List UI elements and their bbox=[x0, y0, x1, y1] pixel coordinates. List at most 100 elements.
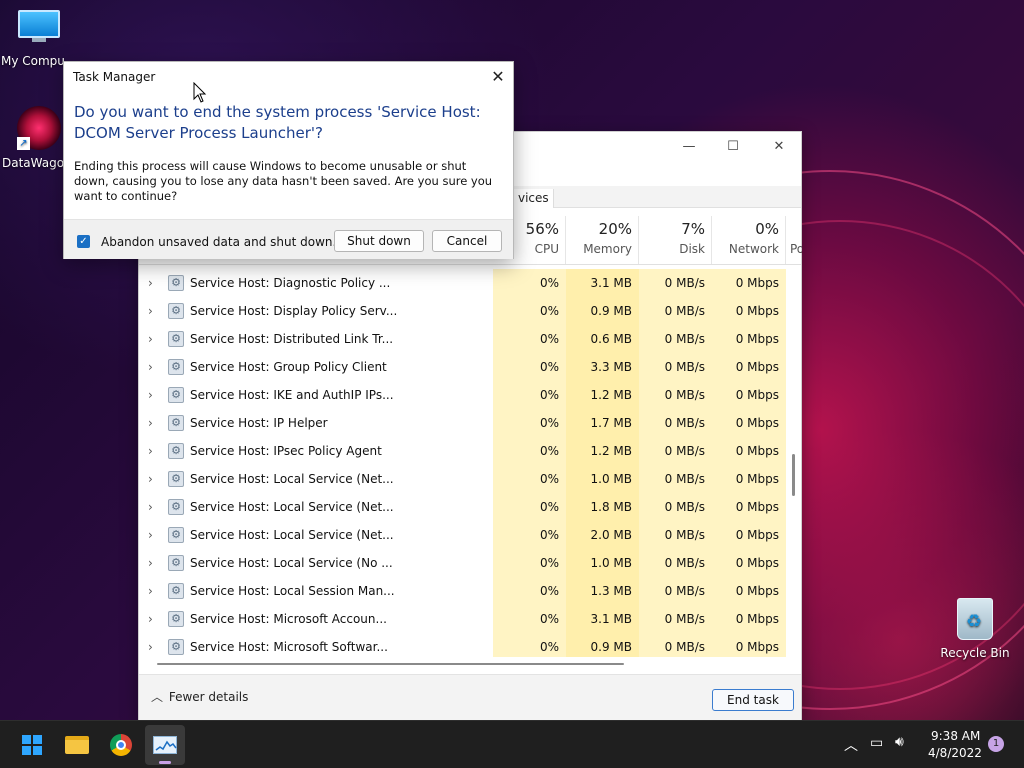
desktop-icon-my-computer[interactable]: My Computer bbox=[0, 10, 79, 68]
desktop-icon-label: DataWagon bbox=[2, 156, 66, 170]
chevron-right-icon[interactable]: › bbox=[148, 276, 158, 290]
mouse-cursor-icon bbox=[193, 82, 207, 103]
memory-percent: 20% bbox=[598, 220, 632, 238]
chevron-right-icon[interactable]: › bbox=[148, 612, 158, 626]
table-row[interactable]: › ⚙ Service Host: IPsec Policy Agent 0% 1.2 … bbox=[139, 437, 789, 465]
windows-logo-icon bbox=[22, 735, 42, 755]
process-name: Service Host: Microsoft Accoun... bbox=[190, 612, 387, 626]
network-icon[interactable]: ▭ bbox=[870, 735, 883, 751]
service-gear-icon: ⚙ bbox=[168, 387, 184, 403]
table-row[interactable]: › ⚙ Service Host: Local Service (Net... 0% 2… bbox=[139, 521, 789, 549]
notification-badge[interactable]: 1 bbox=[988, 736, 1004, 752]
chevron-right-icon[interactable]: › bbox=[148, 584, 158, 598]
chevron-right-icon[interactable]: › bbox=[148, 472, 158, 486]
disk-cell: 0 MB/s bbox=[639, 297, 712, 325]
table-row[interactable]: › ⚙ Service Host: Diagnostic Policy ... 0% 3… bbox=[139, 269, 789, 297]
table-row[interactable]: › ⚙ Service Host: Group Policy Client 0% 3.3… bbox=[139, 353, 789, 381]
chevron-right-icon[interactable]: › bbox=[148, 388, 158, 402]
table-row[interactable]: › ⚙ Service Host: IP Helper 0% 1.7 MB 0 MB/s 0… bbox=[139, 409, 789, 437]
network-cell: 0 Mbps bbox=[712, 549, 786, 577]
disk-cell: 0 MB/s bbox=[639, 633, 712, 657]
memory-label: Memory bbox=[583, 242, 632, 256]
chevron-right-icon[interactable]: › bbox=[148, 500, 158, 514]
clock-time[interactable]: 9:38 AM bbox=[931, 729, 980, 743]
task-manager-icon bbox=[153, 736, 177, 754]
network-cell: 0 Mbps bbox=[712, 437, 786, 465]
chevron-right-icon[interactable]: › bbox=[148, 444, 158, 458]
cpu-cell: 0% bbox=[493, 409, 566, 437]
tab-services[interactable]: vices bbox=[513, 189, 554, 208]
table-row[interactable]: › ⚙ Service Host: Local Session Man... 0% 1.… bbox=[139, 577, 789, 605]
shut-down-button[interactable]: Shut down bbox=[334, 230, 424, 252]
service-gear-icon: ⚙ bbox=[168, 359, 184, 375]
start-button[interactable] bbox=[12, 725, 52, 765]
header-divider bbox=[139, 264, 801, 265]
memory-cell: 1.7 MB bbox=[566, 409, 639, 437]
close-button[interactable]: ✕ bbox=[756, 132, 802, 162]
column-header-disk[interactable]: 7% Disk bbox=[639, 216, 712, 264]
fewer-details-link[interactable]: ︿ Fewer details bbox=[151, 688, 248, 705]
cpu-cell: 0% bbox=[493, 353, 566, 381]
file-explorer-button[interactable] bbox=[57, 725, 97, 765]
memory-cell: 1.2 MB bbox=[566, 437, 639, 465]
process-name: Service Host: Microsoft Softwar... bbox=[190, 640, 388, 654]
chevron-right-icon[interactable]: › bbox=[148, 640, 158, 654]
memory-cell: 0.6 MB bbox=[566, 325, 639, 353]
chrome-icon bbox=[110, 734, 132, 756]
memory-cell: 1.3 MB bbox=[566, 577, 639, 605]
table-row[interactable]: › ⚙ Service Host: Distributed Link Tr... 0%… bbox=[139, 325, 789, 353]
chevron-right-icon[interactable]: › bbox=[148, 556, 158, 570]
abandon-data-checkbox[interactable]: ✓ bbox=[77, 235, 90, 248]
volume-icon[interactable]: 🔊︎ bbox=[895, 734, 904, 750]
memory-cell: 1.0 MB bbox=[566, 465, 639, 493]
table-row[interactable]: › ⚙ Service Host: Local Service (Net... 0% 1… bbox=[139, 465, 789, 493]
table-row[interactable]: › ⚙ Service Host: Microsoft Softwar... 0% 0.… bbox=[139, 633, 789, 657]
clock-date[interactable]: 4/8/2022 bbox=[928, 746, 982, 760]
process-name: Service Host: Local Service (Net... bbox=[190, 528, 394, 542]
maximize-button[interactable]: ☐ bbox=[710, 132, 756, 162]
abandon-data-label[interactable]: Abandon unsaved data and shut down. bbox=[101, 235, 336, 249]
table-row[interactable]: › ⚙ Service Host: Local Service (No ... 0% 1… bbox=[139, 549, 789, 577]
column-header-network[interactable]: 0% Network bbox=[712, 216, 786, 264]
task-manager-taskbar-button[interactable] bbox=[145, 725, 185, 765]
minimize-button[interactable]: — bbox=[666, 132, 712, 162]
service-gear-icon: ⚙ bbox=[168, 443, 184, 459]
chevron-right-icon[interactable]: › bbox=[148, 332, 158, 346]
cpu-cell: 0% bbox=[493, 605, 566, 633]
horizontal-scroll-thumb[interactable] bbox=[157, 663, 624, 665]
memory-cell: 3.3 MB bbox=[566, 353, 639, 381]
network-cell: 0 Mbps bbox=[712, 409, 786, 437]
column-header-power[interactable]: Po bbox=[786, 216, 802, 264]
process-name: Service Host: Local Service (No ... bbox=[190, 556, 393, 570]
dialog-footer: ✓ Abandon unsaved data and shut down. Sh… bbox=[64, 219, 513, 259]
table-row[interactable]: › ⚙ Service Host: Display Policy Serv... 0%… bbox=[139, 297, 789, 325]
disk-cell: 0 MB/s bbox=[639, 269, 712, 297]
service-gear-icon: ⚙ bbox=[168, 639, 184, 655]
table-row[interactable]: › ⚙ Service Host: Microsoft Accoun... 0% 3.1… bbox=[139, 605, 789, 633]
process-name: Service Host: IPsec Policy Agent bbox=[190, 444, 382, 458]
show-hidden-icons-button[interactable]: ︿ bbox=[844, 735, 858, 755]
chevron-right-icon[interactable]: › bbox=[148, 304, 158, 318]
service-gear-icon: ⚙ bbox=[168, 527, 184, 543]
end-task-button[interactable]: End task bbox=[712, 689, 794, 711]
chevron-right-icon[interactable]: › bbox=[148, 360, 158, 374]
memory-cell: 0.9 MB bbox=[566, 633, 639, 657]
chevron-right-icon[interactable]: › bbox=[148, 416, 158, 430]
datawagon-icon: ↗ bbox=[17, 106, 61, 150]
column-header-memory[interactable]: 20% Memory bbox=[566, 216, 639, 264]
cancel-button[interactable]: Cancel bbox=[432, 230, 502, 252]
table-row[interactable]: › ⚙ Service Host: Local Service (Net... 0% 1… bbox=[139, 493, 789, 521]
dialog-close-button[interactable]: ✕ bbox=[484, 65, 512, 89]
cpu-cell: 0% bbox=[493, 297, 566, 325]
process-name: Service Host: Local Session Man... bbox=[190, 584, 395, 598]
table-row[interactable]: › ⚙ Service Host: IKE and AuthIP IPs... 0% 1… bbox=[139, 381, 789, 409]
chrome-button[interactable] bbox=[101, 725, 141, 765]
process-name: Service Host: IKE and AuthIP IPs... bbox=[190, 388, 394, 402]
desktop-icon-recycle-bin[interactable]: ♻ Recycle Bin bbox=[935, 598, 1015, 660]
chevron-right-icon[interactable]: › bbox=[148, 528, 158, 542]
service-gear-icon: ⚙ bbox=[168, 499, 184, 515]
disk-cell: 0 MB/s bbox=[639, 577, 712, 605]
footer-bar: ︿ Fewer details End task bbox=[139, 674, 801, 720]
cpu-cell: 0% bbox=[493, 325, 566, 353]
vertical-scroll-thumb[interactable] bbox=[792, 454, 795, 496]
